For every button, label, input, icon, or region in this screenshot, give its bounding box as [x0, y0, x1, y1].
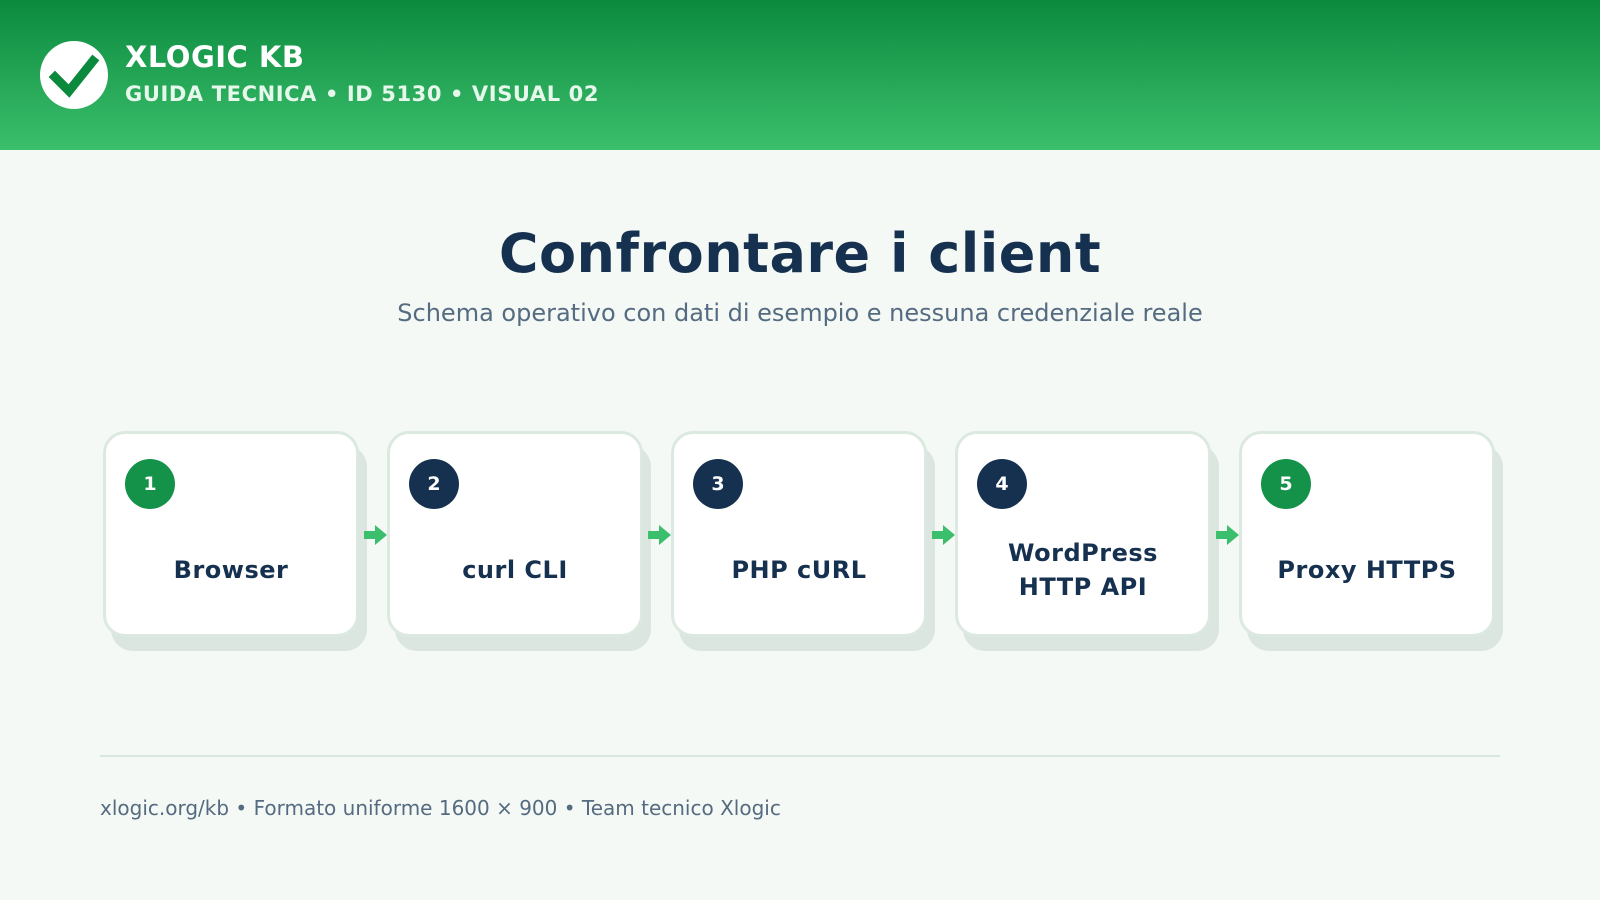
page-title: Confrontare i client	[498, 222, 1102, 285]
step-card-4: 4 WordPress HTTP API	[955, 431, 1211, 637]
footer-divider	[100, 755, 1500, 757]
step-label: curl CLI	[462, 556, 568, 584]
page-subtitle: Schema operativo con dati di esempio e n…	[397, 299, 1203, 327]
step-number-badge: 1	[125, 459, 175, 509]
header-banner: XLOGIC KB GUIDA TECNICA • ID 5130 • VISU…	[0, 0, 1600, 150]
check-icon	[48, 54, 100, 98]
step-number-badge: 3	[693, 459, 743, 509]
step-number-badge: 4	[977, 459, 1027, 509]
brand-subtitle: GUIDA TECNICA • ID 5130 • VISUAL 02	[125, 82, 600, 106]
step-label: WordPress HTTP API	[1008, 539, 1158, 601]
step-label: PHP cURL	[731, 556, 867, 584]
step-card-1: 1 Browser	[103, 431, 359, 637]
footer-text: xlogic.org/kb • Formato uniforme 1600 × …	[100, 796, 781, 820]
arrow-right-icon	[932, 525, 955, 545]
arrow-right-icon	[1216, 525, 1239, 545]
step-label: Browser	[173, 556, 289, 584]
step-card-5: 5 Proxy HTTPS	[1239, 431, 1495, 637]
step-label: Proxy HTTPS	[1277, 556, 1457, 584]
step-card-3: 3 PHP cURL	[671, 431, 927, 637]
brand-name: XLOGIC KB	[125, 40, 305, 74]
step-number-badge: 2	[409, 459, 459, 509]
step-card-2: 2 curl CLI	[387, 431, 643, 637]
arrow-right-icon	[648, 525, 671, 545]
arrow-right-icon	[364, 525, 387, 545]
logo	[40, 41, 108, 109]
step-number-badge: 5	[1261, 459, 1311, 509]
